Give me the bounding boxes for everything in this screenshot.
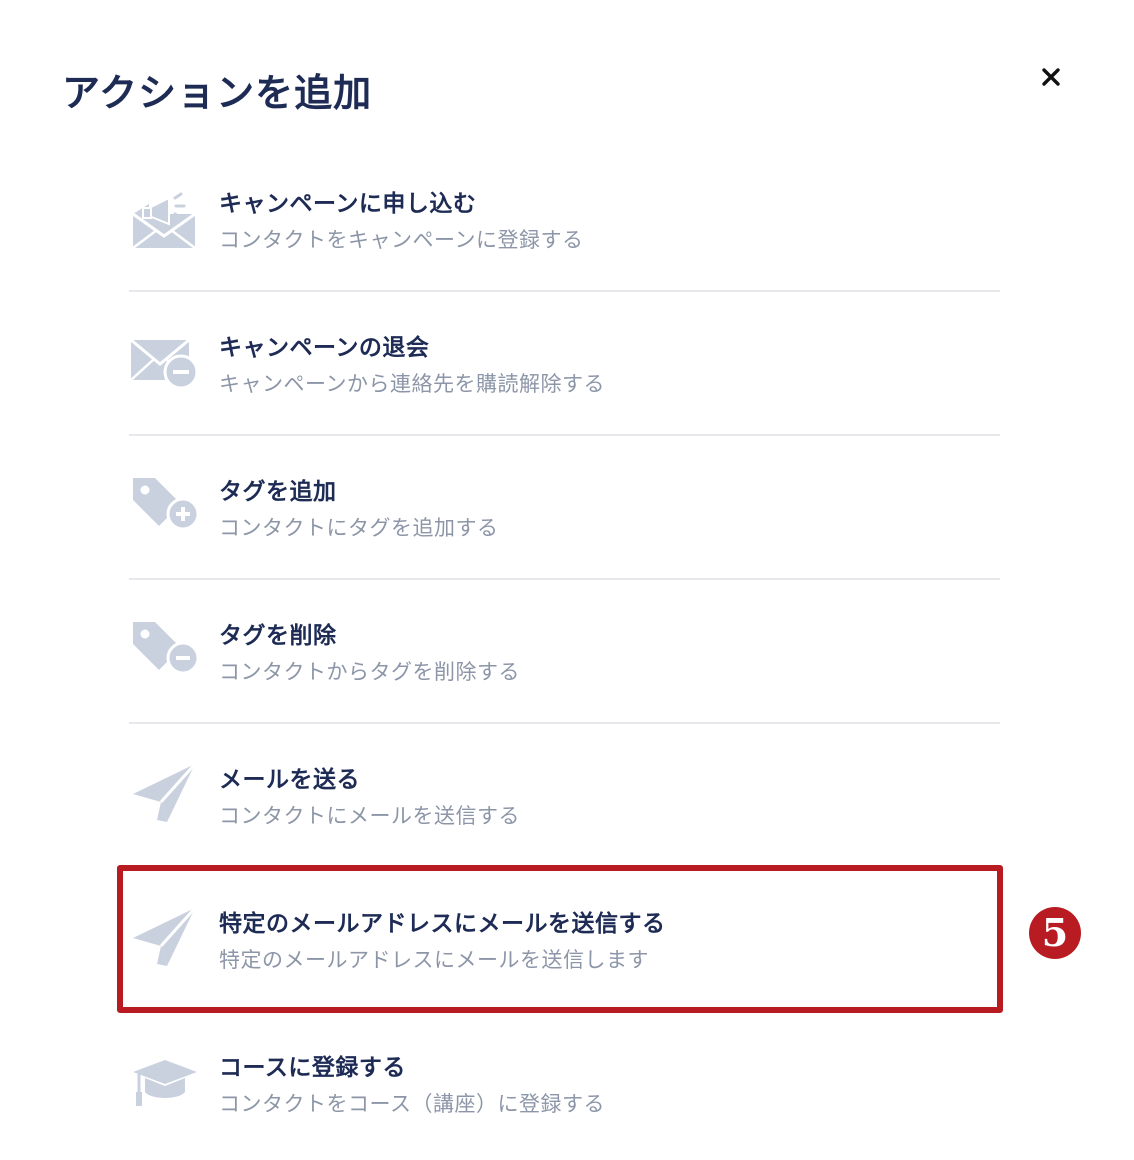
graduation-cap-icon [129,1048,201,1116]
action-item-send-email[interactable]: メールを送る コンタクトにメールを送信する [129,724,1000,868]
action-list: キャンペーンに申し込む コンタクトをキャンペーンに登録する キャンペーンの退会 … [129,148,1000,1156]
action-title: キャンペーンの退会 [219,335,430,361]
action-title: タグを削除 [219,623,337,649]
paper-plane-icon [129,760,201,828]
megaphone-envelope-icon [129,184,201,252]
envelope-minus-icon [129,328,201,396]
paper-plane-icon [129,904,201,972]
action-item-add-tag[interactable]: タグを追加 コンタクトにタグを追加する [129,436,1000,580]
action-title: キャンペーンに申し込む [219,191,477,217]
action-description: コンタクトをキャンペーンに登録する [219,228,584,252]
tag-plus-icon [129,472,201,540]
add-action-modal: アクションを追加 キャンペーンに申し込む コンタクトをキャンペーンに登録する キ… [0,0,1134,1160]
action-item-remove-tag[interactable]: タグを削除 コンタクトからタグを削除する [129,580,1000,724]
action-item-enroll-course[interactable]: コースに登録する コンタクトをコース（講座）に登録する [129,1012,1000,1156]
action-item-subscribe-campaign[interactable]: キャンペーンに申し込む コンタクトをキャンペーンに登録する [129,148,1000,292]
close-button[interactable] [1034,60,1068,94]
action-title: コースに登録する [219,1055,406,1081]
close-icon [1042,68,1060,86]
step-badge: 5 [1029,907,1081,959]
action-item-send-email-to-address[interactable]: 特定のメールアドレスにメールを送信する 特定のメールアドレスにメールを送信します [129,868,1000,1012]
action-title: タグを追加 [219,479,337,505]
modal-title: アクションを追加 [62,71,373,115]
action-title: 特定のメールアドレスにメールを送信する [219,911,666,937]
action-description: コンタクトにメールを送信する [219,804,520,828]
action-description: 特定のメールアドレスにメールを送信します [219,948,649,972]
action-description: コンタクトをコース（講座）に登録する [219,1092,605,1116]
action-item-unsubscribe-campaign[interactable]: キャンペーンの退会 キャンペーンから連絡先を購読解除する [129,292,1000,436]
action-description: コンタクトからタグを削除する [219,660,520,684]
action-title: メールを送る [219,767,360,793]
action-description: キャンペーンから連絡先を購読解除する [219,372,605,396]
action-description: コンタクトにタグを追加する [219,516,499,540]
tag-minus-icon [129,616,201,684]
